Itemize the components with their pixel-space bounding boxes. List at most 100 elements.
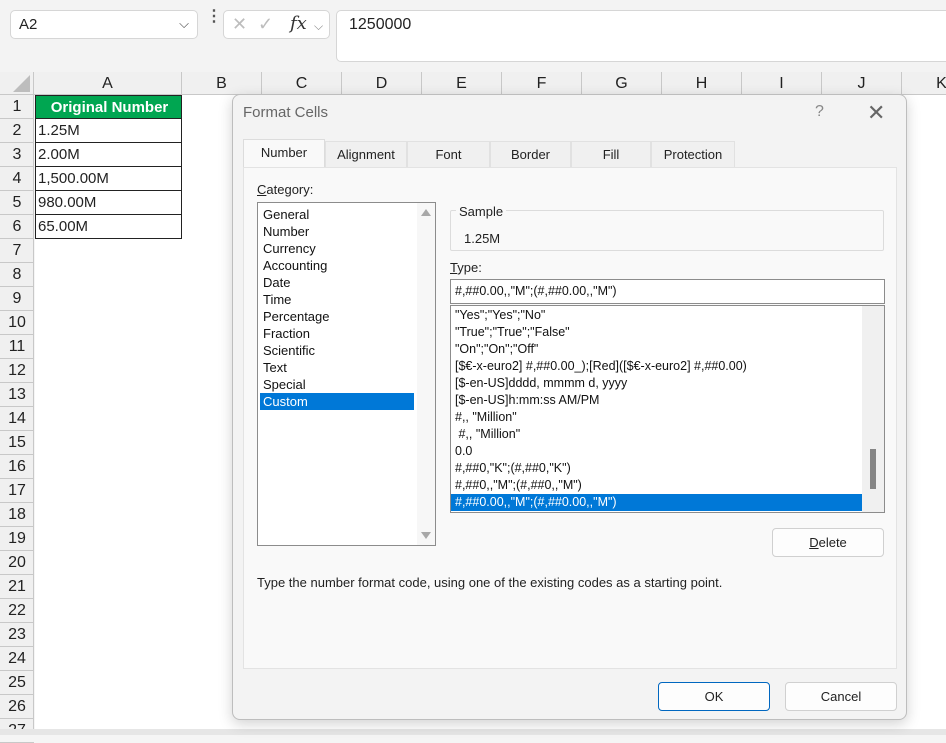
select-all-button[interactable] [0,72,34,95]
scrollbar-thumb[interactable] [870,449,876,489]
row-header-22[interactable]: 22 [0,599,34,623]
column-header-g[interactable]: G [582,72,662,95]
row-header-12[interactable]: 12 [0,359,34,383]
name-box-value: A2 [19,16,38,33]
category-item-general[interactable]: General [260,206,414,223]
type-item[interactable]: "Yes";"Yes";"No" [451,307,862,324]
row-header-21[interactable]: 21 [0,575,34,599]
type-item[interactable]: 0.0 [451,443,862,460]
chevron-down-icon[interactable]: ⌵ [314,19,323,34]
row-header-24[interactable]: 24 [0,647,34,671]
type-item[interactable]: #,##0,"K";(#,##0,"K") [451,460,862,477]
category-item-currency[interactable]: Currency [260,240,414,257]
row-header-13[interactable]: 13 [0,383,34,407]
category-item-custom[interactable]: Custom [260,393,414,410]
scroll-down-icon[interactable] [421,532,431,539]
column-header-i[interactable]: I [742,72,822,95]
row-header-8[interactable]: 8 [0,263,34,287]
insert-function-icon[interactable]: fx [290,13,307,34]
row-header-20[interactable]: 20 [0,551,34,575]
type-item[interactable]: [$-en-US]dddd, mmmm d, yyyy [451,375,862,392]
type-scrollbar[interactable] [862,306,884,512]
type-item[interactable]: "On";"On";"Off" [451,341,862,358]
type-item[interactable]: "True";"True";"False" [451,324,862,341]
column-header-k[interactable]: K [902,72,946,95]
category-item-date[interactable]: Date [260,274,414,291]
row-header-5[interactable]: 5 [0,191,34,215]
row-header-16[interactable]: 16 [0,455,34,479]
type-item[interactable]: [$€-x-euro2] #,##0.00_);[Red]([$€-x-euro… [451,358,862,375]
row-header-14[interactable]: 14 [0,407,34,431]
row-header-6[interactable]: 6 [0,215,34,239]
column-header-d[interactable]: D [342,72,422,95]
name-box[interactable]: A2 ⌵ [10,10,198,39]
number-tab-panel: Category: General Number Currency Accountin… [243,167,897,669]
row-header-19[interactable]: 19 [0,527,34,551]
type-item[interactable]: #,##0,,"M";(#,##0,,"M") [451,477,862,494]
type-item[interactable]: #,, "Million" [451,426,862,443]
category-item-accounting[interactable]: Accounting [260,257,414,274]
row-header-18[interactable]: 18 [0,503,34,527]
cell-a1[interactable]: Original Number [35,95,182,119]
category-item-fraction[interactable]: Fraction [260,325,414,342]
category-item-scientific[interactable]: Scientific [260,342,414,359]
row-header-7[interactable]: 7 [0,239,34,263]
cancel-icon[interactable]: ✕ [232,14,247,35]
scroll-up-icon[interactable] [421,209,431,216]
formula-input[interactable]: 1250000 [336,10,946,62]
category-list[interactable]: General Number Currency Accounting Date Time P… [257,202,436,546]
close-icon[interactable]: ✕ [867,100,885,126]
more-options-icon[interactable]: ⋮ [206,9,222,25]
row-header-25[interactable]: 25 [0,671,34,695]
cell-a4[interactable]: 1,500.00M [35,167,182,191]
row-header-3[interactable]: 3 [0,143,34,167]
formula-buttons: ✕ ✓ fx ⌵ [223,10,330,39]
cell-a3[interactable]: 2.00M [35,143,182,167]
row-header-4[interactable]: 4 [0,167,34,191]
ok-button[interactable]: OK [658,682,770,711]
column-header-e[interactable]: E [422,72,502,95]
row-header-15[interactable]: 15 [0,431,34,455]
chevron-down-icon[interactable]: ⌵ [179,16,189,32]
row-header-9[interactable]: 9 [0,287,34,311]
cell-a6[interactable]: 65.00M [35,215,182,239]
type-item[interactable]: #,##0.00,,"M";(#,##0.00,,"M") [451,494,862,511]
tab-fill[interactable]: Fill [571,141,651,167]
type-list[interactable]: #,##0.00,,"M";(#,##0.00,,"M") #,##0,,"M";… [450,305,885,513]
column-header-a[interactable]: A [34,72,182,95]
tab-number[interactable]: Number [243,139,325,169]
column-header-h[interactable]: H [662,72,742,95]
type-input[interactable]: #,##0.00,,"M";(#,##0.00,,"M") [450,279,885,304]
tab-protection[interactable]: Protection [651,141,735,167]
cell-a5[interactable]: 980.00M [35,191,182,215]
enter-icon[interactable]: ✓ [258,14,273,35]
column-header-b[interactable]: B [182,72,262,95]
row-header-2[interactable]: 2 [0,119,34,143]
cancel-button[interactable]: Cancel [785,682,897,711]
column-header-j[interactable]: J [822,72,902,95]
category-item-number[interactable]: Number [260,223,414,240]
cell-a2[interactable]: 1.25M [35,119,182,143]
tab-alignment[interactable]: Alignment [325,141,407,167]
type-item[interactable]: #,, "Million" [451,409,862,426]
row-header-26[interactable]: 26 [0,695,34,719]
help-icon[interactable]: ? [815,103,824,121]
category-item-text[interactable]: Text [260,359,414,376]
tab-border[interactable]: Border [490,141,571,167]
row-header-1[interactable]: 1 [0,95,34,119]
category-item-time[interactable]: Time [260,291,414,308]
category-item-special[interactable]: Special [260,376,414,393]
category-scrollbar[interactable] [417,203,435,545]
row-header-11[interactable]: 11 [0,335,34,359]
category-item-percentage[interactable]: Percentage [260,308,414,325]
dialog-title: Format Cells [243,104,329,121]
row-header-23[interactable]: 23 [0,623,34,647]
row-header-10[interactable]: 10 [0,311,34,335]
type-item[interactable]: [$-en-US]h:mm:ss AM/PM [451,392,862,409]
row-header-17[interactable]: 17 [0,479,34,503]
delete-button[interactable]: Delete [772,528,884,557]
column-header-f[interactable]: F [502,72,582,95]
sheet-tabs-bar [0,729,946,735]
tab-font[interactable]: Font [407,141,490,167]
column-header-c[interactable]: C [262,72,342,95]
